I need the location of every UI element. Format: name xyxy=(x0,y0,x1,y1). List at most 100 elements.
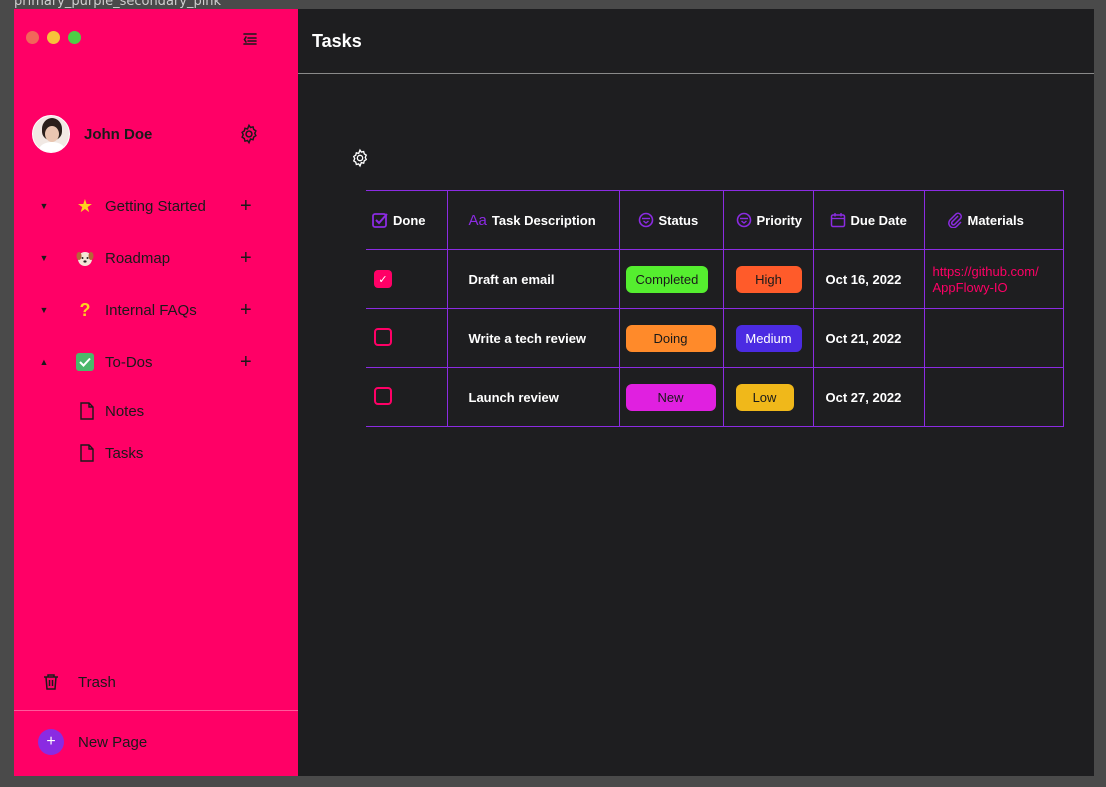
done-cell[interactable] xyxy=(366,367,448,427)
avatar[interactable] xyxy=(32,115,70,153)
minimize-window-button[interactable] xyxy=(47,31,60,44)
status-tag: New xyxy=(625,383,716,411)
sidebar-item-label: Roadmap xyxy=(105,249,171,267)
table-header-row: Done Aa Task Description Status Priority… xyxy=(366,190,1064,250)
calendar-icon xyxy=(830,213,845,228)
add-page-button[interactable]: + xyxy=(240,352,252,372)
text-icon: Aa xyxy=(468,211,487,229)
due-date-cell[interactable]: Oct 27, 2022 xyxy=(812,367,925,427)
checkbox-icon xyxy=(372,213,388,228)
column-header-label: Due Date xyxy=(850,212,907,228)
task-description: Write a tech review xyxy=(468,330,587,346)
chevron-down-icon[interactable]: ▼ xyxy=(38,201,50,211)
column-header-materials[interactable]: Materials xyxy=(923,190,1064,250)
column-header-due-date[interactable]: Due Date xyxy=(812,190,925,250)
priority-cell[interactable]: Medium xyxy=(722,308,814,368)
plus-icon: + xyxy=(38,729,64,755)
due-date-cell[interactable]: Oct 21, 2022 xyxy=(812,308,925,368)
maximize-window-button[interactable] xyxy=(68,31,81,44)
add-page-button[interactable]: + xyxy=(240,248,252,268)
status-cell[interactable]: Doing xyxy=(618,308,724,368)
document-icon xyxy=(80,402,94,420)
user-profile[interactable]: John Doe xyxy=(32,115,282,153)
trash-label: Trash xyxy=(78,673,116,691)
dog-icon xyxy=(74,247,96,269)
table-row: Write a tech review Doing Medium Oct 21,… xyxy=(366,308,1064,368)
trash-icon xyxy=(44,674,58,690)
new-page-button[interactable]: + New Page xyxy=(38,729,147,755)
sidebar-subitem-label: Tasks xyxy=(105,444,144,462)
gear-icon[interactable] xyxy=(238,123,260,145)
materials-cell[interactable] xyxy=(923,367,1064,427)
chevron-up-icon[interactable]: ▲ xyxy=(38,357,50,367)
sidebar-item-to-dos[interactable]: ▲ To-Dos + xyxy=(14,347,298,377)
document-icon xyxy=(80,444,94,462)
sidebar-item-label: Getting Started xyxy=(105,197,206,215)
sidebar-item-label: Internal FAQs xyxy=(105,301,197,319)
checkbox-checked[interactable]: ✓ xyxy=(374,270,392,288)
table-row: Launch review New Low Oct 27, 2022 xyxy=(366,367,1064,427)
select-icon xyxy=(638,212,653,228)
status-tag: Completed xyxy=(625,265,709,293)
sidebar: John Doe ▼ ★ Getting Started + ▼ Roadmap… xyxy=(14,9,298,776)
window-controls xyxy=(26,31,81,44)
priority-cell[interactable]: High xyxy=(722,249,814,309)
priority-tag: High xyxy=(735,265,802,293)
column-header-task-description[interactable]: Aa Task Description xyxy=(446,190,620,250)
due-date: Oct 16, 2022 xyxy=(825,271,902,287)
main-content: Tasks Done Aa Task Description Status Pr… xyxy=(298,9,1094,776)
star-icon: ★ xyxy=(76,195,94,216)
task-grid: Done Aa Task Description Status Priority… xyxy=(366,190,1064,427)
new-page-label: New Page xyxy=(78,733,148,751)
sidebar-subitem-label: Notes xyxy=(105,402,145,420)
column-header-done[interactable]: Done xyxy=(366,190,448,250)
chevron-down-icon[interactable]: ▼ xyxy=(38,305,50,315)
description-cell[interactable]: Launch review xyxy=(446,367,620,427)
checkbox-unchecked[interactable] xyxy=(374,386,392,405)
column-header-label: Task Description xyxy=(491,212,596,228)
sidebar-subitem-notes[interactable]: Notes xyxy=(14,397,298,425)
due-date: Oct 27, 2022 xyxy=(825,389,902,405)
sidebar-subitem-tasks[interactable]: Tasks xyxy=(14,439,298,467)
status-cell[interactable]: New xyxy=(618,367,724,427)
add-page-button[interactable]: + xyxy=(240,300,252,320)
materials-link-line1[interactable]: https://github.com/ xyxy=(925,262,1063,280)
sidebar-divider xyxy=(14,710,298,711)
due-date-cell[interactable]: Oct 16, 2022 xyxy=(812,249,925,309)
column-header-label: Materials xyxy=(967,212,1024,228)
column-header-priority[interactable]: Priority xyxy=(722,190,814,250)
app-window: John Doe ▼ ★ Getting Started + ▼ Roadmap… xyxy=(14,9,1094,776)
column-header-status[interactable]: Status xyxy=(618,190,724,250)
page-header: Tasks xyxy=(298,9,1094,74)
column-header-label: Done xyxy=(393,212,426,228)
column-header-label: Priority xyxy=(756,212,803,228)
due-date: Oct 21, 2022 xyxy=(825,330,902,346)
checkbox-icon xyxy=(74,351,96,373)
priority-cell[interactable]: Low xyxy=(722,367,814,427)
add-page-button[interactable]: + xyxy=(240,196,252,216)
done-cell[interactable] xyxy=(366,308,448,368)
status-tag: Doing xyxy=(625,324,716,352)
chevron-down-icon[interactable]: ▼ xyxy=(38,253,50,263)
column-header-label: Status xyxy=(658,212,699,228)
sidebar-item-label: To-Dos xyxy=(105,353,153,371)
paperclip-icon xyxy=(947,212,962,228)
close-window-button[interactable] xyxy=(26,31,39,44)
checkbox-unchecked[interactable] xyxy=(374,327,392,346)
page-title: Tasks xyxy=(312,31,362,51)
trash-button[interactable]: Trash xyxy=(42,673,116,691)
frame-label: primary_purple_secondary_pink xyxy=(14,0,222,9)
sidebar-item-internal-faqs[interactable]: ▼ ? Internal FAQs + xyxy=(14,295,298,325)
description-cell[interactable]: Draft an email xyxy=(446,249,620,309)
collapse-sidebar-icon[interactable] xyxy=(242,31,258,47)
materials-link-line2[interactable]: AppFlowy-IO xyxy=(925,280,1063,296)
materials-cell[interactable] xyxy=(923,308,1064,368)
done-cell[interactable]: ✓ xyxy=(366,249,448,309)
sidebar-item-roadmap[interactable]: ▼ Roadmap + xyxy=(14,243,298,273)
sidebar-item-getting-started[interactable]: ▼ ★ Getting Started + xyxy=(14,191,298,221)
user-name: John Doe xyxy=(84,125,153,143)
materials-cell[interactable]: https://github.com/ AppFlowy-IO xyxy=(923,249,1064,309)
description-cell[interactable]: Write a tech review xyxy=(446,308,620,368)
gear-icon[interactable] xyxy=(350,148,370,168)
status-cell[interactable]: Completed xyxy=(618,249,724,309)
